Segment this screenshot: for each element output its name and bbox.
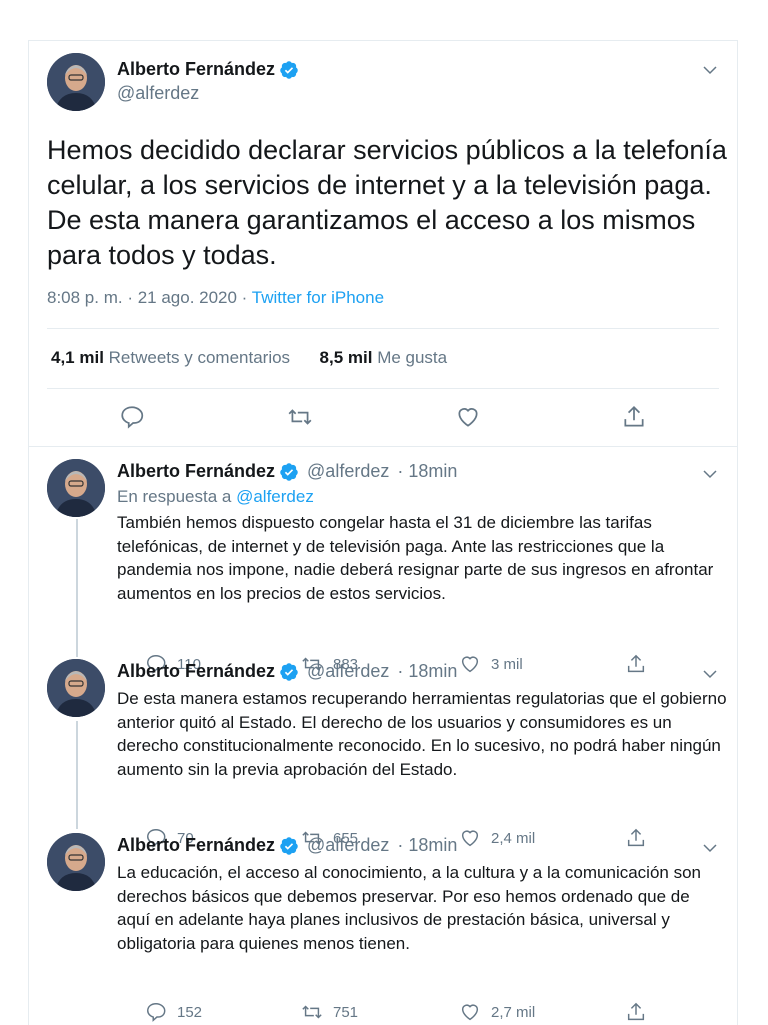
retweet-count: 751 xyxy=(333,1003,359,1021)
like-count: 2,7 mil xyxy=(491,1003,536,1021)
retweet-icon xyxy=(302,1005,322,1019)
author-handle[interactable]: @alferdez xyxy=(117,83,199,104)
reply-action[interactable]: 152 xyxy=(145,1001,202,1023)
tweet-time[interactable]: · 18min xyxy=(397,461,457,482)
author-handle[interactable]: @alferdez xyxy=(307,661,389,682)
engagement-stats: 4,1 mil Retweets y comentarios 8,5 mil M… xyxy=(51,348,447,368)
like-icon xyxy=(461,1004,479,1021)
reply-to-handle-link[interactable]: @alferdez xyxy=(236,487,314,506)
avatar[interactable] xyxy=(47,659,105,717)
tweet-time[interactable]: · 18min xyxy=(397,661,457,682)
handle-row: @alferdez xyxy=(117,83,199,104)
author-handle[interactable]: @alferdez xyxy=(307,461,389,482)
thread-connector xyxy=(76,519,78,657)
share-icon[interactable] xyxy=(621,404,647,430)
divider xyxy=(47,328,719,329)
divider xyxy=(29,446,737,447)
author-row: Alberto Fernández @alferdez · 18min xyxy=(117,661,457,682)
tweet-thread-panel: Alberto Fernández @alferdez Hemos decidi… xyxy=(28,40,738,1025)
retweets-stat[interactable]: 4,1 mil Retweets y comentarios xyxy=(51,348,290,367)
reply-tweet[interactable]: Alberto Fernández @alferdez · 18min De e… xyxy=(29,651,737,848)
divider xyxy=(47,388,719,389)
chevron-down-icon[interactable] xyxy=(701,465,719,483)
author-row: Alberto Fernández xyxy=(117,59,299,80)
avatar[interactable] xyxy=(47,833,105,891)
reply-context: En respuesta a @alferdez xyxy=(117,487,314,506)
verified-badge-icon xyxy=(280,836,298,855)
tweet-time[interactable]: 8:08 p. m. · 21 ago. 2020 · xyxy=(47,288,252,307)
share-icon xyxy=(627,1002,645,1021)
retweet-action[interactable]: 751 xyxy=(301,1001,358,1023)
like-action[interactable]: 2,7 mil xyxy=(459,1001,535,1023)
chevron-down-icon[interactable] xyxy=(701,61,719,79)
avatar[interactable] xyxy=(47,53,105,111)
tweet-text: También hemos dispuesto congelar hasta e… xyxy=(117,513,714,603)
author-row: Alberto Fernández @alferdez · 18min xyxy=(117,835,457,856)
author-name[interactable]: Alberto Fernández xyxy=(117,661,275,682)
tweet-time[interactable]: · 18min xyxy=(397,835,457,856)
reply-icon xyxy=(147,1003,166,1022)
reply-tweet[interactable]: Alberto Fernández @alferdez · 18min En r… xyxy=(29,451,737,674)
reply-icon[interactable] xyxy=(119,404,145,430)
author-name[interactable]: Alberto Fernández xyxy=(117,835,275,856)
verified-badge-icon xyxy=(280,662,298,681)
tweet-text: Hemos decidido declarar servicios públic… xyxy=(47,135,727,270)
author-name[interactable]: Alberto Fernández xyxy=(117,461,275,482)
thread-connector xyxy=(76,721,78,829)
avatar[interactable] xyxy=(47,459,105,517)
tweet-source-link[interactable]: Twitter for iPhone xyxy=(252,288,384,307)
chevron-down-icon[interactable] xyxy=(701,839,719,857)
reply-count: 152 xyxy=(177,1003,203,1021)
tweet-text: La educación, el acceso al conocimiento,… xyxy=(117,863,702,953)
retweet-icon[interactable] xyxy=(287,404,313,430)
author-name[interactable]: Alberto Fernández xyxy=(117,59,275,80)
author-handle[interactable]: @alferdez xyxy=(307,835,389,856)
share-action[interactable] xyxy=(625,1001,657,1023)
tweet-actions: 152 751 2,7 mil xyxy=(117,1001,645,1025)
author-row: Alberto Fernández @alferdez · 18min xyxy=(117,461,457,482)
tweet-text: De esta manera estamos recuperando herra… xyxy=(117,689,727,779)
like-icon[interactable] xyxy=(455,404,481,430)
tweet-actions xyxy=(29,404,737,434)
verified-badge-icon xyxy=(280,60,298,79)
likes-stat[interactable]: 8,5 mil Me gusta xyxy=(320,348,448,367)
reply-tweet[interactable]: Alberto Fernández @alferdez · 18min La e… xyxy=(29,825,737,1022)
tweet-timestamp: 8:08 p. m. · 21 ago. 2020 · Twitter for … xyxy=(47,288,384,308)
chevron-down-icon[interactable] xyxy=(701,665,719,683)
verified-badge-icon xyxy=(280,462,298,481)
